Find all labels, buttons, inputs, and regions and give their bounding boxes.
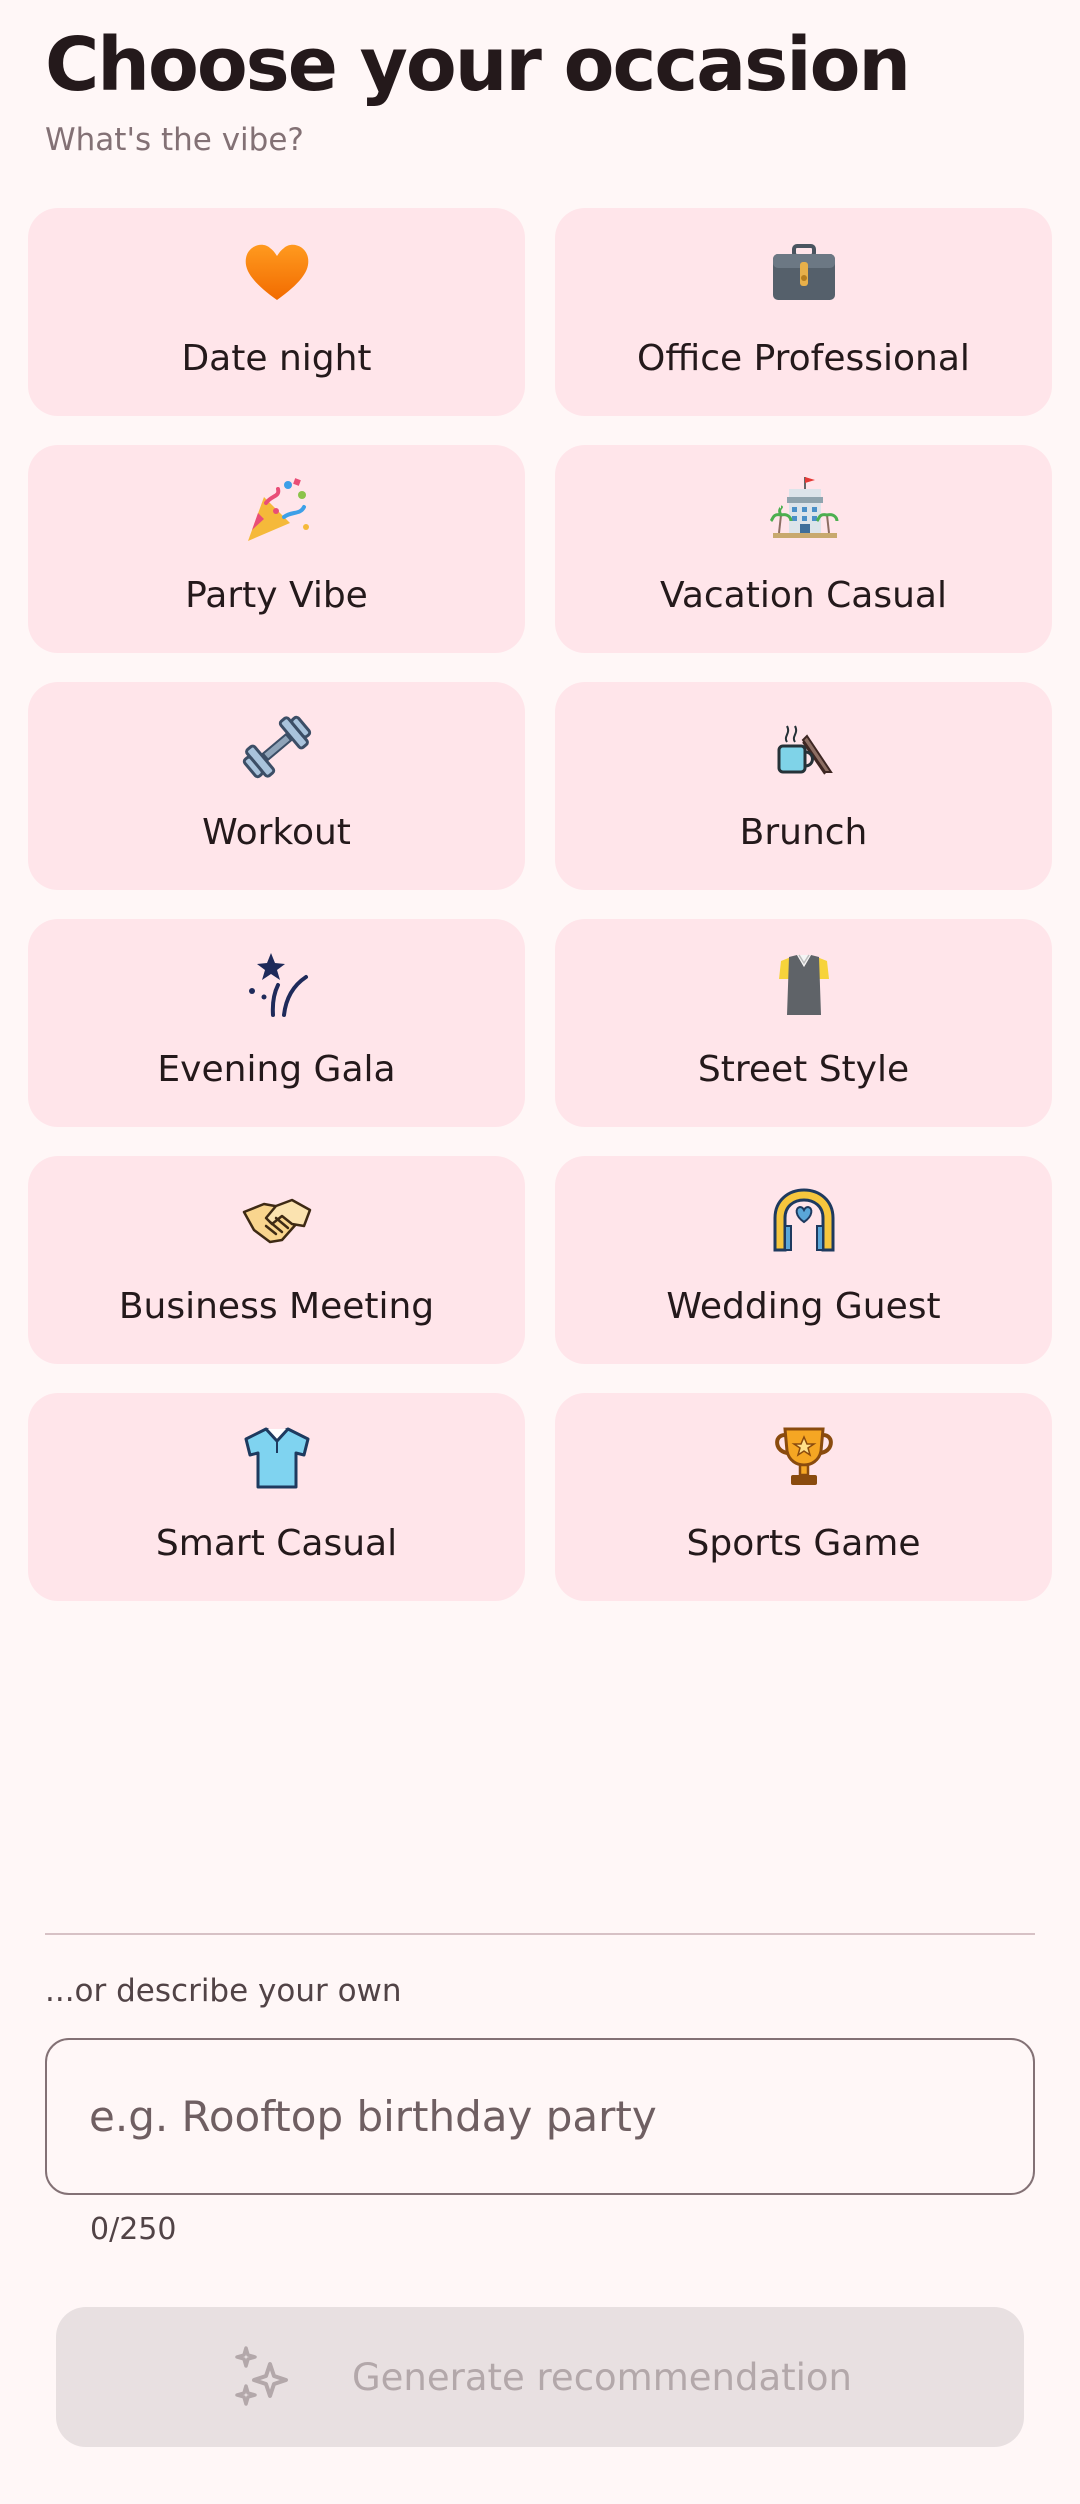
page-subtitle: What's the vibe? xyxy=(45,122,304,158)
hotel-icon xyxy=(769,475,839,545)
occasion-label: Evening Gala xyxy=(157,1049,396,1090)
occasion-label: Vacation Casual xyxy=(660,575,947,616)
firework-sparkler-icon xyxy=(242,949,312,1019)
sparkles-icon xyxy=(235,2346,288,2406)
occasion-card-business-meeting[interactable]: Business Meeting xyxy=(28,1156,525,1364)
occasion-label: Smart Casual xyxy=(155,1523,398,1564)
occasion-card-workout[interactable]: Workout xyxy=(28,682,525,890)
occasion-screen: Choose your occasion What's the vibe? Da… xyxy=(0,0,1080,2504)
occasion-card-street-style[interactable]: Street Style xyxy=(555,919,1052,1127)
orange-heart-icon xyxy=(242,238,312,308)
occasion-label: Business Meeting xyxy=(118,1286,435,1327)
divider xyxy=(45,1933,1035,1935)
custom-occasion-field[interactable] xyxy=(45,2038,1035,2195)
occasion-label: Sports Game xyxy=(686,1523,921,1564)
trophy-icon xyxy=(769,1423,839,1493)
occasion-card-brunch[interactable]: Brunch xyxy=(555,682,1052,890)
occasion-label: Workout xyxy=(202,812,351,853)
polo-shirt-icon xyxy=(242,1423,312,1493)
occasion-grid: Date night Office Professional Party Vib… xyxy=(28,208,1052,1601)
occasion-card-vacation-casual[interactable]: Vacation Casual xyxy=(555,445,1052,653)
occasion-label: Brunch xyxy=(739,812,868,853)
page-title: Choose your occasion xyxy=(45,22,911,108)
occasion-card-sports-game[interactable]: Sports Game xyxy=(555,1393,1052,1601)
occasion-card-date-night[interactable]: Date night xyxy=(28,208,525,416)
handshake-icon xyxy=(242,1186,312,1256)
occasion-card-office-professional[interactable]: Office Professional xyxy=(555,208,1052,416)
generate-button-label: Generate recommendation xyxy=(351,2355,853,2399)
occasion-label: Wedding Guest xyxy=(666,1286,941,1327)
occasion-label: Date night xyxy=(181,338,372,379)
occasion-card-party-vibe[interactable]: Party Vibe xyxy=(28,445,525,653)
dumbbell-icon xyxy=(242,712,312,782)
occasion-card-evening-gala[interactable]: Evening Gala xyxy=(28,919,525,1127)
occasion-label: Street Style xyxy=(697,1049,910,1090)
character-counter: 0/250 xyxy=(90,2212,177,2247)
vest-shirt-icon xyxy=(769,949,839,1019)
hot-beverage-icon xyxy=(769,712,839,782)
briefcase-icon xyxy=(769,238,839,308)
wedding-arch-icon xyxy=(769,1186,839,1256)
occasion-card-smart-casual[interactable]: Smart Casual xyxy=(28,1393,525,1601)
occasion-label: Party Vibe xyxy=(185,575,368,616)
custom-occasion-input[interactable] xyxy=(89,2040,989,2193)
occasion-card-wedding-guest[interactable]: Wedding Guest xyxy=(555,1156,1052,1364)
generate-recommendation-button[interactable]: Generate recommendation xyxy=(56,2307,1024,2447)
occasion-label: Office Professional xyxy=(637,338,970,379)
custom-occasion-label: ...or describe your own xyxy=(45,1973,402,2009)
party-popper-icon xyxy=(242,475,312,545)
